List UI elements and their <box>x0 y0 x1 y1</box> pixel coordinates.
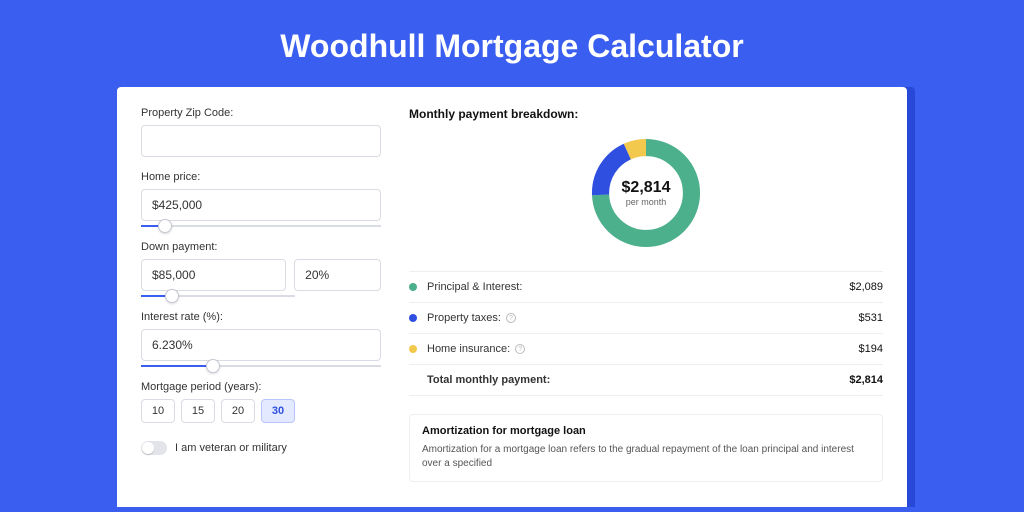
price-slider[interactable] <box>141 225 381 227</box>
price-input[interactable] <box>141 189 381 221</box>
period-option-15[interactable]: 15 <box>181 399 215 423</box>
zip-label: Property Zip Code: <box>141 107 381 119</box>
form-column: Property Zip Code: Home price: Down paym… <box>141 107 381 487</box>
legend-label: Principal & Interest: <box>427 281 522 293</box>
field-rate: Interest rate (%): <box>141 311 381 367</box>
amortization-box: Amortization for mortgage loan Amortizat… <box>409 414 883 482</box>
rate-input[interactable] <box>141 329 381 361</box>
down-amount-input[interactable] <box>141 259 286 291</box>
legend-dot <box>409 345 417 353</box>
page-title: Woodhull Mortgage Calculator <box>0 0 1024 87</box>
field-period: Mortgage period (years): 10152030 <box>141 381 381 423</box>
price-slider-thumb[interactable] <box>158 219 172 233</box>
legend-row: Home insurance: ? $194 <box>409 334 883 365</box>
period-option-30[interactable]: 30 <box>261 399 295 423</box>
legend-amount: $531 <box>859 312 883 324</box>
info-icon[interactable]: ? <box>506 313 516 323</box>
rate-slider-fill <box>141 365 213 367</box>
legend-amount: $2,089 <box>849 281 883 293</box>
donut-chart: $2,814 per month <box>409 133 883 253</box>
veteran-label: I am veteran or military <box>175 442 287 454</box>
rate-slider[interactable] <box>141 365 381 367</box>
price-label: Home price: <box>141 171 381 183</box>
legend-amount: $194 <box>859 343 883 355</box>
donut-center: $2,814 per month <box>586 133 706 253</box>
period-label: Mortgage period (years): <box>141 381 381 393</box>
legend-row: Principal & Interest: $2,089 <box>409 272 883 303</box>
rate-slider-thumb[interactable] <box>206 359 220 373</box>
down-slider[interactable] <box>141 295 295 297</box>
field-veteran: I am veteran or military <box>141 441 381 455</box>
field-price: Home price: <box>141 171 381 227</box>
donut-sub: per month <box>626 197 667 207</box>
legend-dot <box>409 314 417 322</box>
zip-input[interactable] <box>141 125 381 157</box>
down-label: Down payment: <box>141 241 381 253</box>
legend: Principal & Interest: $2,089 Property taxe… <box>409 271 883 396</box>
veteran-toggle[interactable] <box>141 441 167 455</box>
donut-value: $2,814 <box>622 179 671 197</box>
legend-label: Home insurance: ? <box>427 343 525 355</box>
down-slider-thumb[interactable] <box>165 289 179 303</box>
rate-label: Interest rate (%): <box>141 311 381 323</box>
amortization-text: Amortization for a mortgage loan refers … <box>422 443 870 471</box>
legend-total-row: Total monthly payment: $2,814 <box>409 365 883 396</box>
period-option-10[interactable]: 10 <box>141 399 175 423</box>
period-option-20[interactable]: 20 <box>221 399 255 423</box>
legend-label: Property taxes: ? <box>427 312 516 324</box>
info-icon[interactable]: ? <box>515 344 525 354</box>
field-zip: Property Zip Code: <box>141 107 381 157</box>
amortization-title: Amortization for mortgage loan <box>422 425 870 437</box>
legend-total-label: Total monthly payment: <box>427 374 550 386</box>
period-options: 10152030 <box>141 399 381 423</box>
calculator-card: Property Zip Code: Home price: Down paym… <box>117 87 907 507</box>
down-pct-input[interactable] <box>294 259 381 291</box>
legend-dot <box>409 283 417 291</box>
legend-row: Property taxes: ? $531 <box>409 303 883 334</box>
field-down: Down payment: <box>141 241 381 297</box>
breakdown-title: Monthly payment breakdown: <box>409 107 883 121</box>
legend-total-amount: $2,814 <box>849 374 883 386</box>
breakdown-column: Monthly payment breakdown: $2,814 per mo… <box>409 107 883 487</box>
